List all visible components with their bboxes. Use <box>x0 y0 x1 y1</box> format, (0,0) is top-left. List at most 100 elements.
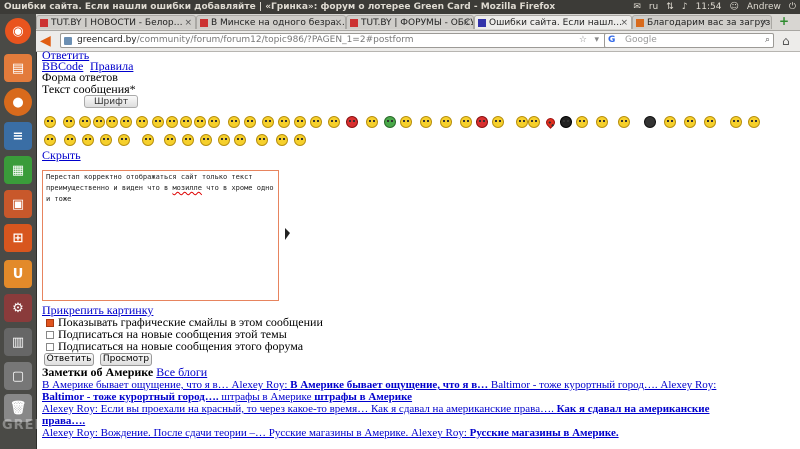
url-dropdown-icon[interactable]: ▾ <box>594 34 599 47</box>
smiley-icon[interactable] <box>644 116 656 128</box>
smiley-icon[interactable] <box>200 134 212 146</box>
smiley-icon[interactable] <box>400 116 412 128</box>
note-link[interactable]: Русские магазины в Америке. <box>470 427 619 439</box>
hide-link[interactable]: Скрыть <box>42 148 81 163</box>
smiley-icon[interactable] <box>748 116 760 128</box>
note-link[interactable]: штрафы в Америке <box>219 391 315 403</box>
smiley-icon[interactable] <box>244 116 256 128</box>
bookmark-star-icon[interactable]: ☆ <box>579 34 587 47</box>
smiley-icon[interactable] <box>476 116 488 128</box>
heart-icon[interactable] <box>544 116 557 129</box>
close-icon[interactable]: × <box>334 16 342 29</box>
tab-tutby-forums[interactable]: TUT.BY | ФОРУМЫ - ОБСУ… × <box>346 15 474 29</box>
smiley-icon[interactable] <box>152 116 164 128</box>
smiley-icon[interactable] <box>120 116 132 128</box>
smiley-icon[interactable] <box>528 116 540 128</box>
smiley-icon[interactable] <box>516 116 528 128</box>
close-icon[interactable]: × <box>462 16 470 29</box>
clock[interactable]: 11:54 <box>696 0 722 14</box>
smiley-icon[interactable] <box>576 116 588 128</box>
volume-icon[interactable]: ♪ <box>682 0 688 14</box>
note-link[interactable]: В Америке бывает ощущение, что я в… Alex… <box>42 379 290 391</box>
smiley-icon[interactable] <box>93 116 105 128</box>
power-icon[interactable]: ⏻ <box>789 0 796 14</box>
smiley-icon[interactable] <box>664 116 676 128</box>
smiley-icon[interactable] <box>460 116 472 128</box>
network-icon[interactable]: ⇅ <box>666 0 674 14</box>
smiley-icon[interactable] <box>366 116 378 128</box>
mail-icon[interactable]: ✉ <box>633 0 641 14</box>
ubuntu-home-icon[interactable]: ◉ <box>5 18 31 44</box>
settings-icon[interactable]: ⚙ <box>4 294 32 322</box>
smiley-icon[interactable] <box>228 116 240 128</box>
home-icon[interactable]: ⌂ <box>782 33 796 49</box>
smiley-icon[interactable] <box>64 134 76 146</box>
google-icon[interactable]: G <box>608 34 615 47</box>
smiley-icon[interactable] <box>618 116 630 128</box>
subscribe-topic-checkbox[interactable] <box>46 331 54 339</box>
smiley-icon[interactable] <box>208 116 220 128</box>
smiley-icon[interactable] <box>194 116 206 128</box>
smiley-icon[interactable] <box>82 134 94 146</box>
files-icon[interactable]: ▤ <box>4 54 32 82</box>
note-link[interactable]: Baltimor - тоже курортный город…. Alexey… <box>488 379 716 391</box>
smiley-icon[interactable] <box>44 116 56 128</box>
workspaces-icon[interactable]: ▥ <box>4 328 32 356</box>
tab-thanks-download[interactable]: Благодарим вас за загруз… × <box>632 15 772 29</box>
smiley-icon[interactable] <box>492 116 504 128</box>
smiley-icon[interactable] <box>262 116 274 128</box>
smiley-icon[interactable] <box>440 116 452 128</box>
tab-tutby-news[interactable]: TUT.BY | НОВОСТИ - Белор… × <box>36 15 196 29</box>
firefox-icon[interactable]: ● <box>4 88 32 116</box>
smiley-icon[interactable] <box>79 116 91 128</box>
smiley-icon[interactable] <box>142 134 154 146</box>
new-tab-icon[interactable]: + <box>776 14 792 28</box>
smiley-icon[interactable] <box>136 116 148 128</box>
devil-smiley-icon[interactable] <box>346 116 358 128</box>
smiley-icon[interactable] <box>63 116 75 128</box>
user-name[interactable]: Andrew <box>747 0 781 14</box>
smiley-icon[interactable] <box>596 116 608 128</box>
ubuntu-one-icon[interactable]: U <box>4 260 32 288</box>
message-textarea[interactable]: Перестап корректно отображаться сайт тол… <box>42 170 279 301</box>
note-link[interactable]: Alexey Roy: Вождение. После сдачи теории… <box>42 427 470 439</box>
smiley-icon[interactable] <box>44 134 56 146</box>
smiley-icon[interactable] <box>278 116 290 128</box>
smiley-icon[interactable] <box>182 134 194 146</box>
close-icon[interactable]: × <box>184 16 192 29</box>
smiley-icon[interactable] <box>166 116 178 128</box>
tab-greencard-active[interactable]: Ошибки сайта. Если нашл… × <box>474 15 632 29</box>
note-link[interactable]: штрафы в Америке <box>314 391 412 403</box>
font-select[interactable]: Шрифт <box>84 95 138 108</box>
search-icon[interactable]: ⌕ <box>765 34 770 47</box>
note-link[interactable]: Alexey Roy: Если вы проехали на красный,… <box>42 403 557 415</box>
note-link[interactable]: В Америке бывает ощущение, что я в… <box>290 379 488 391</box>
smiley-icon[interactable] <box>310 116 322 128</box>
subscribe-forum-checkbox[interactable] <box>46 343 54 351</box>
app-icon[interactable]: ▢ <box>4 362 32 390</box>
keyboard-layout[interactable]: ru <box>649 0 658 14</box>
calc-icon[interactable]: ▦ <box>4 156 32 184</box>
smiley-icon[interactable] <box>118 134 130 146</box>
smiley-icon[interactable] <box>294 134 306 146</box>
smiley-icon[interactable] <box>106 116 118 128</box>
note-link[interactable]: права…. <box>42 415 85 427</box>
smiley-icon[interactable] <box>256 134 268 146</box>
bomb-icon[interactable] <box>560 116 572 128</box>
note-link[interactable]: Как я сдавал на американские <box>557 403 710 415</box>
site-identity-icon[interactable] <box>64 37 72 45</box>
smiley-icon[interactable] <box>730 116 742 128</box>
software-center-icon[interactable]: ⊞ <box>4 224 32 252</box>
smiley-icon[interactable] <box>704 116 716 128</box>
search-bar[interactable]: G Google ⌕ <box>604 33 774 48</box>
tab-minsk[interactable]: В Минске на одного безра… × <box>196 15 346 29</box>
all-blogs-link[interactable]: Все блоги <box>156 365 207 379</box>
impress-icon[interactable]: ▣ <box>4 190 32 218</box>
note-link[interactable]: Baltimor - тоже курортный город…. <box>42 391 219 403</box>
back-arrow-icon[interactable]: ◀ <box>40 33 54 49</box>
smiley-icon[interactable] <box>218 134 230 146</box>
smiley-icon[interactable] <box>420 116 432 128</box>
smiley-icon[interactable] <box>328 116 340 128</box>
show-smiles-checkbox[interactable] <box>46 319 54 327</box>
smiley-icon[interactable] <box>100 134 112 146</box>
